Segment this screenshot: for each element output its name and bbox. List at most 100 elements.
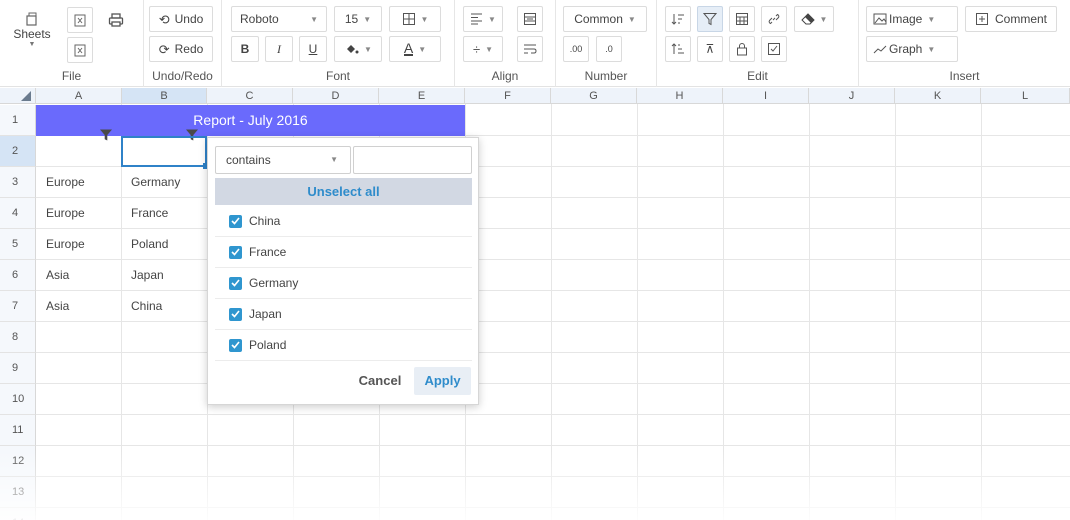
grid-line: [981, 104, 982, 520]
cell-a5[interactable]: Europe: [36, 229, 121, 260]
row-header-12[interactable]: 12: [0, 446, 36, 477]
checkbox-checked-icon[interactable]: [229, 245, 242, 259]
filter-search-input[interactable]: [353, 146, 472, 174]
row-header-6[interactable]: 6: [0, 260, 36, 291]
column-header-e[interactable]: E: [379, 88, 465, 104]
filter-option-germany[interactable]: Germany: [215, 268, 472, 299]
text-color-icon: A: [403, 40, 414, 56]
font-family-select[interactable]: Roboto ▼: [231, 6, 327, 32]
checkbox-checked-icon[interactable]: [229, 307, 242, 321]
insert-image-button[interactable]: Image ▼: [866, 6, 958, 32]
export-button[interactable]: [67, 37, 93, 63]
import-button[interactable]: [67, 7, 93, 33]
comment-icon: [975, 13, 988, 25]
cell-b4[interactable]: France: [121, 198, 207, 229]
horizontal-align-button[interactable]: ▼: [463, 6, 503, 32]
row-header-11[interactable]: 11: [0, 415, 36, 446]
row-header-13[interactable]: 13: [0, 477, 36, 508]
vertical-align-button[interactable]: ÷ ▼: [463, 36, 503, 62]
number-format-select[interactable]: Common ▼: [563, 6, 647, 32]
freeze-button[interactable]: ⊼: [697, 36, 723, 62]
filter-option-label: Germany: [249, 276, 299, 290]
insert-graph-button[interactable]: Graph ▼: [866, 36, 958, 62]
bold-button[interactable]: B: [231, 36, 259, 62]
checkbox-checked-icon[interactable]: [229, 276, 242, 290]
font-size-select[interactable]: 15 ▼: [334, 6, 382, 32]
filter-option-france[interactable]: France: [215, 237, 472, 268]
column-header-b[interactable]: B: [122, 88, 207, 104]
column-header-g[interactable]: G: [551, 88, 637, 104]
row-header-5[interactable]: 5: [0, 229, 36, 260]
link-button[interactable]: [761, 6, 787, 32]
filter-button[interactable]: [697, 6, 723, 32]
checkbox-checked-icon[interactable]: [229, 214, 242, 228]
clear-button[interactable]: ▼: [794, 6, 834, 32]
unselect-all-button[interactable]: Unselect all: [215, 178, 472, 205]
fill-color-button[interactable]: ▼: [334, 36, 382, 62]
apply-button[interactable]: Apply: [414, 367, 471, 395]
column-header-h[interactable]: H: [637, 88, 723, 104]
cell-b3[interactable]: Germany: [121, 167, 207, 198]
grid-line: [723, 104, 724, 520]
column-header-l[interactable]: L: [981, 88, 1070, 104]
print-button[interactable]: [103, 7, 129, 33]
text-color-button[interactable]: A ▼: [389, 36, 441, 62]
undo-icon: ⟲: [158, 11, 170, 27]
insert-comment-button[interactable]: Comment: [965, 6, 1057, 32]
active-cell-b2[interactable]: [121, 136, 209, 169]
lock-button[interactable]: [729, 36, 755, 62]
checkbox-checked-icon[interactable]: [229, 338, 242, 352]
number-group: Common ▼ .00 .0 Number: [556, 0, 657, 87]
row-header-2[interactable]: 2: [0, 136, 36, 167]
filter-option-poland[interactable]: Poland: [215, 330, 472, 361]
increase-decimal-button[interactable]: .00: [563, 36, 589, 62]
decrease-decimal-button[interactable]: .0: [596, 36, 622, 62]
sort-descending-button[interactable]: [665, 36, 691, 62]
column-header-i[interactable]: I: [723, 88, 809, 104]
import-icon: [74, 14, 86, 27]
row-header-4[interactable]: 4: [0, 198, 36, 229]
column-header-a[interactable]: A: [36, 88, 122, 104]
filter-condition-select[interactable]: contains ▼: [215, 146, 351, 174]
column-header-f[interactable]: F: [465, 88, 551, 104]
sort-ascending-button[interactable]: [665, 6, 691, 32]
column-a-filter-icon[interactable]: [99, 128, 113, 142]
column-header-c[interactable]: C: [207, 88, 293, 104]
export-icon: [74, 44, 86, 57]
filter-option-china[interactable]: China: [215, 206, 472, 237]
row-header-1[interactable]: 1: [0, 105, 36, 136]
row-header-10[interactable]: 10: [0, 384, 36, 415]
cell-b6[interactable]: Japan: [121, 260, 207, 291]
underline-button[interactable]: U: [299, 36, 327, 62]
borders-button[interactable]: ▼: [389, 6, 441, 32]
cell-a6[interactable]: Asia: [36, 260, 121, 291]
cell-b5[interactable]: Poland: [121, 229, 207, 260]
row-header-14[interactable]: 14: [0, 508, 36, 520]
column-header-k[interactable]: K: [895, 88, 981, 104]
cell-a3[interactable]: Europe: [36, 167, 121, 198]
column-header-j[interactable]: J: [809, 88, 895, 104]
italic-button[interactable]: I: [265, 36, 293, 62]
row-header-3[interactable]: 3: [0, 167, 36, 198]
row-header-9[interactable]: 9: [0, 353, 36, 384]
align-left-icon: [471, 13, 483, 25]
row-header-7[interactable]: 7: [0, 291, 36, 322]
redo-button[interactable]: ⟳ Redo: [149, 36, 213, 62]
merge-cells-button[interactable]: [517, 6, 543, 32]
select-all-corner[interactable]: [0, 88, 36, 104]
sheets-button[interactable]: Sheets ▼: [8, 6, 56, 60]
column-header-d[interactable]: D: [293, 88, 379, 104]
link-icon: [768, 13, 780, 25]
align-group: ▼ ÷ ▼ Align: [455, 0, 556, 87]
cell-a4[interactable]: Europe: [36, 198, 121, 229]
cell-a7[interactable]: Asia: [36, 291, 121, 322]
grid-line: [809, 104, 810, 520]
cancel-button[interactable]: Cancel: [353, 367, 407, 395]
validation-button[interactable]: [761, 36, 787, 62]
filter-option-japan[interactable]: Japan: [215, 299, 472, 330]
row-header-8[interactable]: 8: [0, 322, 36, 353]
cell-b7[interactable]: China: [121, 291, 207, 322]
format-cells-button[interactable]: [729, 6, 755, 32]
wrap-text-button[interactable]: [517, 36, 543, 62]
undo-button[interactable]: ⟲ Undo: [149, 6, 213, 32]
